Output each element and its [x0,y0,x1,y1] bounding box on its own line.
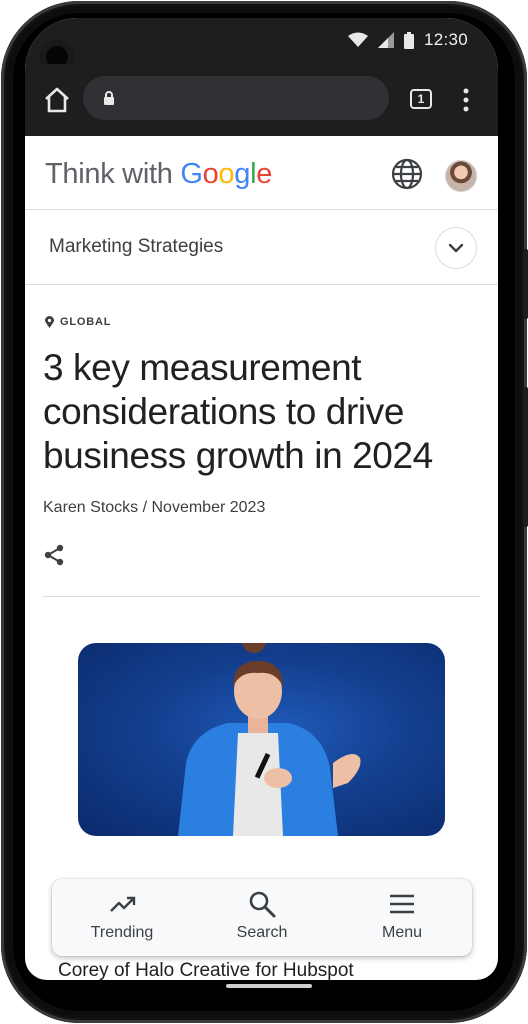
volume-button [523,249,528,319]
hero-image [78,643,445,836]
nav-search[interactable]: Search [216,879,308,956]
region-label: GLOBAL [60,316,112,328]
logo-letter: o [218,158,235,190]
logo-letter: G [180,158,203,190]
more-vert-icon[interactable] [463,88,469,112]
logo-letter: o [202,158,219,190]
wifi-icon [347,32,368,47]
article-caption-text: Corey of Halo Creative for Hubspot [58,960,354,980]
tab-switcher-button[interactable]: 1 [410,89,432,109]
search-icon [249,891,276,918]
menu-icon [390,894,414,914]
url-bar[interactable] [83,76,389,120]
avatar[interactable] [445,160,477,192]
screen: 12:30 1 Think with Google Marketing Stra… [25,18,498,980]
bottom-nav: Trending Search Menu [52,879,472,956]
section-title: Marketing Strategies [49,236,224,257]
region-tag: GLOBAL [45,316,111,328]
nav-menu[interactable]: Menu [356,879,448,956]
status-icons: 12:30 [347,30,468,50]
site-header: Think with Google [25,136,498,210]
location-pin-icon [45,316,54,328]
power-button [523,387,528,527]
globe-icon[interactable] [391,158,423,190]
status-bar: 12:30 [25,18,498,74]
expand-button[interactable] [435,227,477,269]
nav-trending-label: Trending [90,924,154,941]
lock-icon [104,91,114,105]
site-logo[interactable]: Think with Google [45,158,272,191]
home-icon[interactable] [43,86,71,114]
article-headline: 3 key measurement considerations to driv… [43,347,433,476]
nav-search-label: Search [236,924,288,941]
logo-prefix: Think with [45,158,181,190]
speaker-photo [178,643,361,836]
clock: 12:30 [423,30,468,49]
divider [43,596,480,597]
home-indicator[interactable] [226,984,312,988]
battery-icon [403,31,414,49]
nav-trending[interactable]: Trending [76,879,168,956]
chevron-down-icon [448,243,464,253]
nav-menu-label: Menu [381,924,423,941]
trending-icon [110,896,136,912]
section-bar[interactable]: Marketing Strategies [25,210,498,285]
browser-toolbar: 1 [25,64,498,136]
share-icon[interactable] [43,544,65,566]
article-byline: Karen Stocks / November 2023 [43,499,266,516]
logo-letter: g [234,158,251,190]
logo-letter: e [256,158,273,190]
signal-icon [377,32,394,48]
